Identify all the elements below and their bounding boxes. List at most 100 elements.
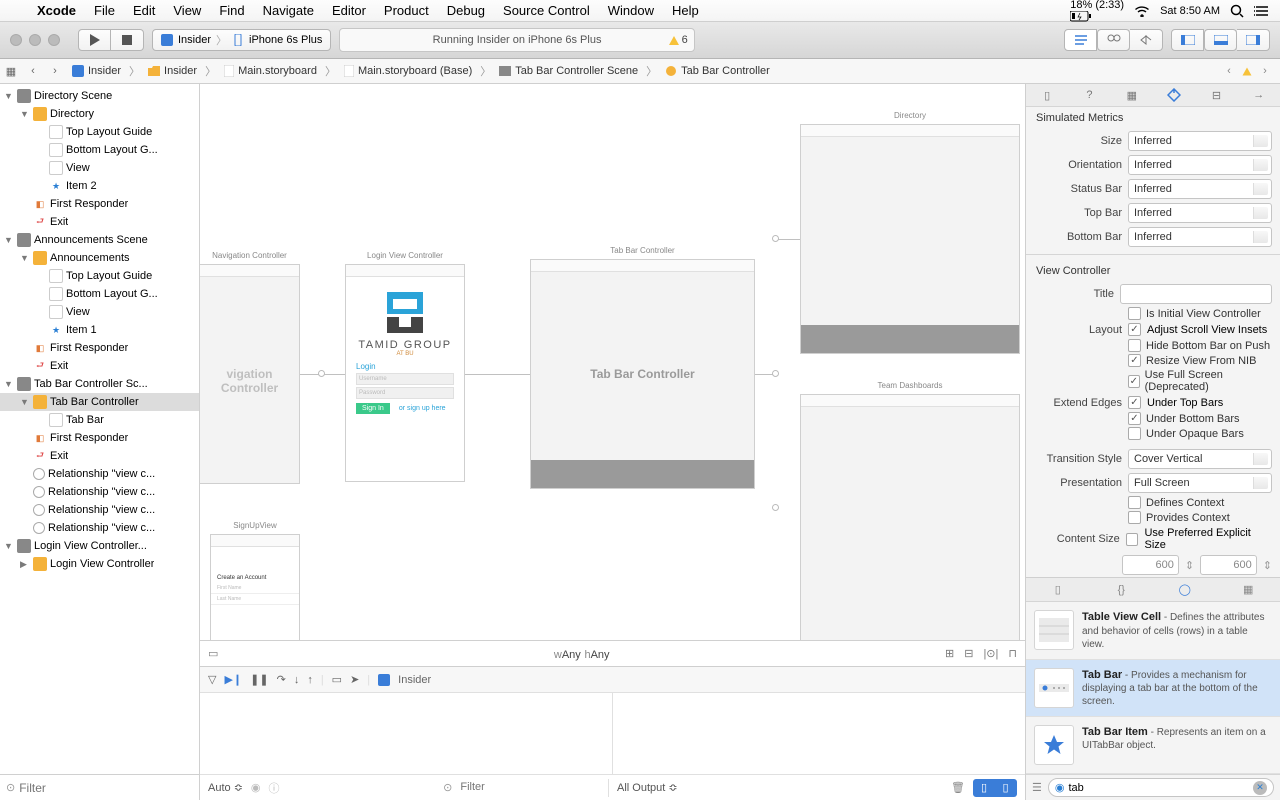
scheme-selector[interactable]: Insider 〉 iPhone 6s Plus: [152, 29, 331, 51]
hide-debug-button[interactable]: ▽: [208, 673, 216, 686]
bottombar-selector[interactable]: Inferred: [1128, 227, 1272, 247]
outline-row[interactable]: ▼Directory Scene: [0, 87, 199, 105]
transition-selector[interactable]: Cover Vertical: [1128, 449, 1272, 469]
outline-row[interactable]: ▼Announcements: [0, 249, 199, 267]
console-view[interactable]: [613, 693, 1025, 774]
jump-seg-group[interactable]: Insider: [142, 65, 203, 77]
clear-search-button[interactable]: ✕: [1253, 781, 1267, 795]
connections-inspector-tab[interactable]: →: [1246, 85, 1272, 105]
library-search[interactable]: ◉ ✕: [1048, 778, 1274, 797]
outline-row[interactable]: ▼Directory: [0, 105, 199, 123]
outline-row[interactable]: ◧First Responder: [0, 195, 199, 213]
menu-edit[interactable]: Edit: [124, 3, 164, 18]
menu-debug[interactable]: Debug: [438, 3, 494, 18]
under-bottom-checkbox[interactable]: [1128, 412, 1141, 425]
variables-filter-input[interactable]: [460, 781, 608, 794]
scene-directory[interactable]: Directory: [800, 124, 1020, 354]
outline-row[interactable]: ▼Tab Bar Controller Sc...: [0, 375, 199, 393]
prev-issue-button[interactable]: ‹: [1220, 62, 1238, 80]
outline-row[interactable]: View: [0, 303, 199, 321]
resolve-issues-button[interactable]: |⊙|: [983, 647, 998, 660]
outline-row[interactable]: ⮐Exit: [0, 213, 199, 231]
size-inspector-tab[interactable]: ⊟: [1203, 85, 1229, 105]
segue-dot[interactable]: [772, 504, 779, 511]
outline-row[interactable]: Tab Bar: [0, 411, 199, 429]
outline-row[interactable]: Top Layout Guide: [0, 267, 199, 285]
minimize-window-button[interactable]: [29, 34, 41, 46]
size-class-selector[interactable]: wAny hAny: [554, 646, 610, 661]
segue-dot[interactable]: [318, 370, 325, 377]
menu-find[interactable]: Find: [210, 3, 253, 18]
initial-vc-checkbox[interactable]: [1128, 307, 1141, 320]
assistant-editor-button[interactable]: [1097, 29, 1130, 51]
library-item[interactable]: Tab Bar Item - Represents an item on a U…: [1026, 717, 1280, 774]
toggle-debug-button[interactable]: [1204, 29, 1237, 51]
spotlight-icon[interactable]: [1230, 4, 1244, 18]
menu-file[interactable]: File: [85, 3, 124, 18]
align-button[interactable]: ⊞: [945, 647, 954, 660]
menu-view[interactable]: View: [164, 3, 210, 18]
scene-signup[interactable]: SignUpView Create an Account First Name …: [210, 534, 300, 640]
toggle-navigator-button[interactable]: [1171, 29, 1204, 51]
outline-row[interactable]: ▼Login View Controller...: [0, 537, 199, 555]
show-variables-button[interactable]: ▯: [973, 779, 995, 797]
outline-row[interactable]: ▼Tab Bar Controller: [0, 393, 199, 411]
file-template-tab[interactable]: ▯: [1047, 581, 1069, 599]
outline-row[interactable]: ★Item 2: [0, 177, 199, 195]
next-issue-button[interactable]: ›: [1256, 62, 1274, 80]
menu-editor[interactable]: Editor: [323, 3, 375, 18]
outline-toggle-button[interactable]: ▭: [208, 647, 218, 660]
variables-view[interactable]: [200, 693, 613, 774]
stack-button[interactable]: ⊓: [1008, 647, 1017, 660]
code-snippet-tab[interactable]: {}: [1110, 581, 1132, 599]
outline-row[interactable]: Relationship "view c...: [0, 465, 199, 483]
segue-dot[interactable]: [772, 235, 779, 242]
outline-row[interactable]: ◧First Responder: [0, 429, 199, 447]
console-output-selector[interactable]: All Output ≎: [617, 781, 678, 794]
object-library-tab[interactable]: ◯: [1174, 581, 1196, 599]
stop-button[interactable]: [111, 29, 144, 51]
menu-window[interactable]: Window: [599, 3, 663, 18]
version-editor-button[interactable]: [1130, 29, 1163, 51]
jump-seg-controller[interactable]: Tab Bar Controller: [659, 65, 776, 77]
library-search-input[interactable]: [1068, 782, 1249, 794]
warnings-indicator[interactable]: 6: [669, 34, 688, 46]
presentation-selector[interactable]: Full Screen: [1128, 473, 1272, 493]
outline-row[interactable]: View: [0, 159, 199, 177]
standard-editor-button[interactable]: [1064, 29, 1097, 51]
jump-seg-file[interactable]: Main.storyboard: [218, 65, 323, 77]
forward-button[interactable]: ›: [44, 65, 66, 77]
process-label[interactable]: Insider: [398, 674, 431, 686]
title-input[interactable]: [1120, 284, 1272, 304]
trash-icon[interactable]: 🗑: [951, 781, 965, 794]
outline-row[interactable]: Top Layout Guide: [0, 123, 199, 141]
view-debug-button[interactable]: ▭: [332, 673, 342, 686]
content-height-input[interactable]: 600: [1200, 555, 1257, 575]
clock[interactable]: Sat 8:50 AM: [1160, 5, 1220, 17]
outline-row[interactable]: Relationship "view c...: [0, 483, 199, 501]
menu-help[interactable]: Help: [663, 3, 708, 18]
under-top-checkbox[interactable]: [1128, 396, 1141, 409]
menu-source-control[interactable]: Source Control: [494, 3, 599, 18]
content-width-input[interactable]: 600: [1122, 555, 1179, 575]
info-icon[interactable]: ⓘ: [269, 780, 280, 796]
related-items-button[interactable]: ▦: [0, 65, 22, 78]
library-item[interactable]: Tab Bar - Provides a mechanism for displ…: [1026, 660, 1280, 717]
variables-scope-selector[interactable]: Auto ≎: [208, 781, 243, 794]
file-inspector-tab[interactable]: ▯: [1034, 85, 1060, 105]
attributes-inspector-tab[interactable]: [1161, 85, 1187, 105]
step-over-button[interactable]: ↷: [277, 673, 286, 686]
outline-tree[interactable]: ▼Directory Scene▼DirectoryTop Layout Gui…: [0, 84, 199, 774]
scene-login[interactable]: Login View Controller TAMID GROUP AT BU …: [345, 264, 465, 482]
quicklook-icon[interactable]: ◉: [251, 781, 261, 794]
help-inspector-tab[interactable]: ?: [1076, 85, 1102, 105]
segue-dot[interactable]: [772, 370, 779, 377]
jump-seg-scene[interactable]: Tab Bar Controller Scene: [493, 65, 644, 77]
use-preferred-checkbox[interactable]: [1126, 533, 1139, 546]
scene-tabbar-controller[interactable]: Tab Bar Controller Tab Bar Controller: [530, 259, 755, 489]
provides-context-checkbox[interactable]: [1128, 511, 1141, 524]
outline-row[interactable]: Relationship "view c...: [0, 519, 199, 537]
run-button[interactable]: [78, 29, 111, 51]
defines-context-checkbox[interactable]: [1128, 496, 1141, 509]
show-console-button[interactable]: ▯: [995, 779, 1017, 797]
